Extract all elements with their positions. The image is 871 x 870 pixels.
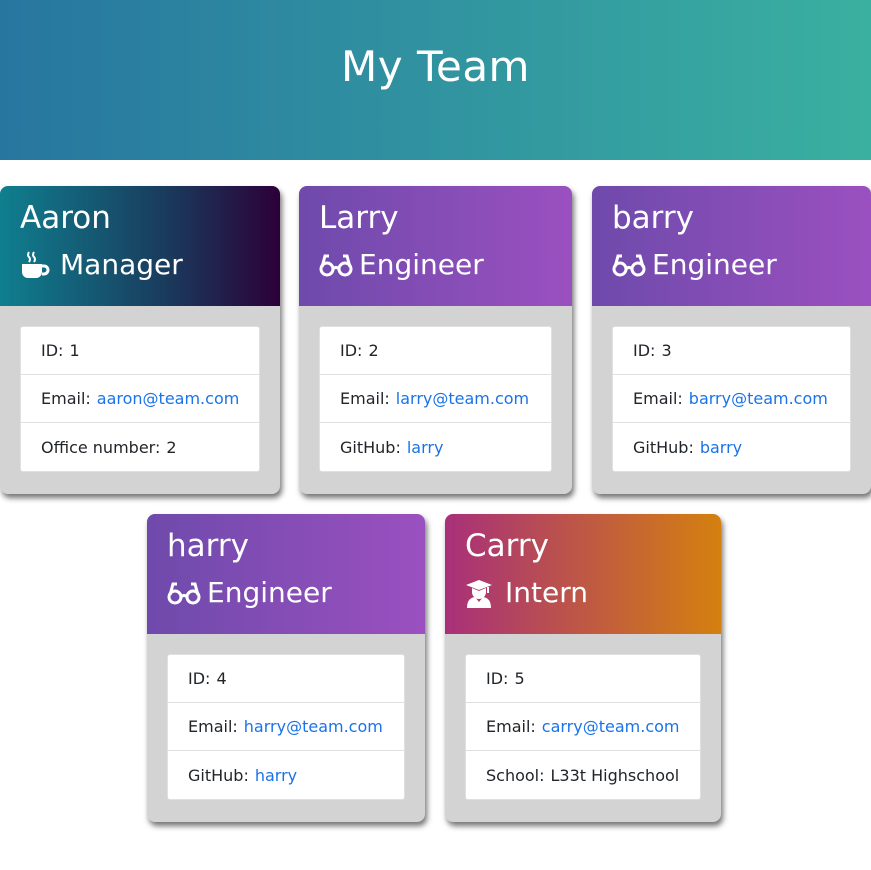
employee-name: harry [167, 528, 249, 564]
email-row: Email: harry@team.com [168, 703, 404, 751]
employee-name: Carry [465, 528, 549, 564]
employee-role: Manager [20, 248, 260, 282]
role-label: Intern [505, 576, 588, 609]
role-label: Engineer [652, 248, 777, 281]
email-row: Email: carry@team.com [466, 703, 700, 751]
id-value: 5 [514, 669, 525, 688]
id-row: ID: 1 [21, 327, 259, 375]
role-label: Manager [60, 248, 183, 281]
coffee-cup-icon [20, 249, 54, 281]
employee-role: Intern [465, 576, 701, 610]
employee-card-engineer: harry Engineer ID: 4 Email: harry@team.com… [147, 514, 425, 822]
employee-role: Engineer [167, 576, 405, 610]
office-value: 2 [166, 437, 177, 457]
card-header: Carry Intern [445, 514, 721, 634]
email-link[interactable]: carry@team.com [542, 717, 680, 736]
github-link[interactable]: harry [255, 766, 297, 785]
info-list: ID: 5 Email: carry@team.com School: L33t Hi… [465, 654, 701, 800]
card-header: Larry Engineer [299, 186, 572, 306]
glasses-icon [612, 249, 646, 281]
github-row: GitHub: barry [633, 437, 743, 457]
card-header: Aaron Manager [0, 186, 280, 306]
card-header: harry Engineer [147, 514, 425, 634]
email-link[interactable]: aaron@team.com [97, 389, 240, 408]
id-row: ID: 5 [466, 655, 700, 703]
github-link[interactable]: barry [700, 438, 742, 457]
id-value: 4 [216, 669, 227, 688]
employee-name: Aaron [20, 200, 111, 236]
school-row: School: L33t Highschool [486, 765, 680, 785]
github-row: GitHub: larry [340, 437, 444, 457]
info-list: ID: 1 Email: aaron@team.com Office number:… [20, 326, 260, 472]
employee-card-engineer: barry Engineer ID: 3 Email: barry@team.com… [592, 186, 871, 494]
school-value: L33t Highschool [550, 765, 680, 785]
email-link[interactable]: larry@team.com [396, 389, 529, 408]
employee-role: Engineer [319, 248, 552, 282]
id-value: 1 [69, 341, 80, 360]
role-label: Engineer [359, 248, 484, 281]
page-header: My Team [0, 0, 871, 160]
card-header: barry Engineer [592, 186, 871, 306]
info-list: ID: 4 Email: harry@team.com GitHub: harry [167, 654, 405, 800]
employee-card-engineer: Larry Engineer ID: 2 Email: larry@team.com… [299, 186, 572, 494]
email-row: Email: barry@team.com [613, 375, 850, 423]
glasses-icon [167, 577, 201, 609]
id-row: ID: 2 [320, 327, 551, 375]
id-row: ID: 4 [168, 655, 404, 703]
github-row: GitHub: harry [188, 765, 298, 785]
office-row: Office number: 2 [41, 437, 177, 457]
employee-name: barry [612, 200, 694, 236]
info-list: ID: 2 Email: larry@team.com GitHub: larry [319, 326, 552, 472]
employee-role: Engineer [612, 248, 851, 282]
id-row: ID: 3 [613, 327, 850, 375]
email-link[interactable]: harry@team.com [244, 717, 383, 736]
github-link[interactable]: larry [407, 438, 444, 457]
employee-card-intern: Carry Intern ID: 5 Email: carry@team.com S… [445, 514, 721, 822]
id-value: 3 [661, 341, 672, 360]
page-title: My Team [341, 41, 530, 91]
email-row: Email: larry@team.com [320, 375, 551, 423]
employee-name: Larry [319, 200, 399, 236]
graduate-icon [465, 577, 499, 609]
glasses-icon [319, 249, 353, 281]
email-link[interactable]: barry@team.com [689, 389, 828, 408]
email-row: Email: aaron@team.com [21, 375, 259, 423]
id-value: 2 [368, 341, 379, 360]
employee-card-manager: Aaron Manager ID: 1 Email: aaron@team.com … [0, 186, 280, 494]
role-label: Engineer [207, 576, 332, 609]
info-list: ID: 3 Email: barry@team.com GitHub: barry [612, 326, 851, 472]
